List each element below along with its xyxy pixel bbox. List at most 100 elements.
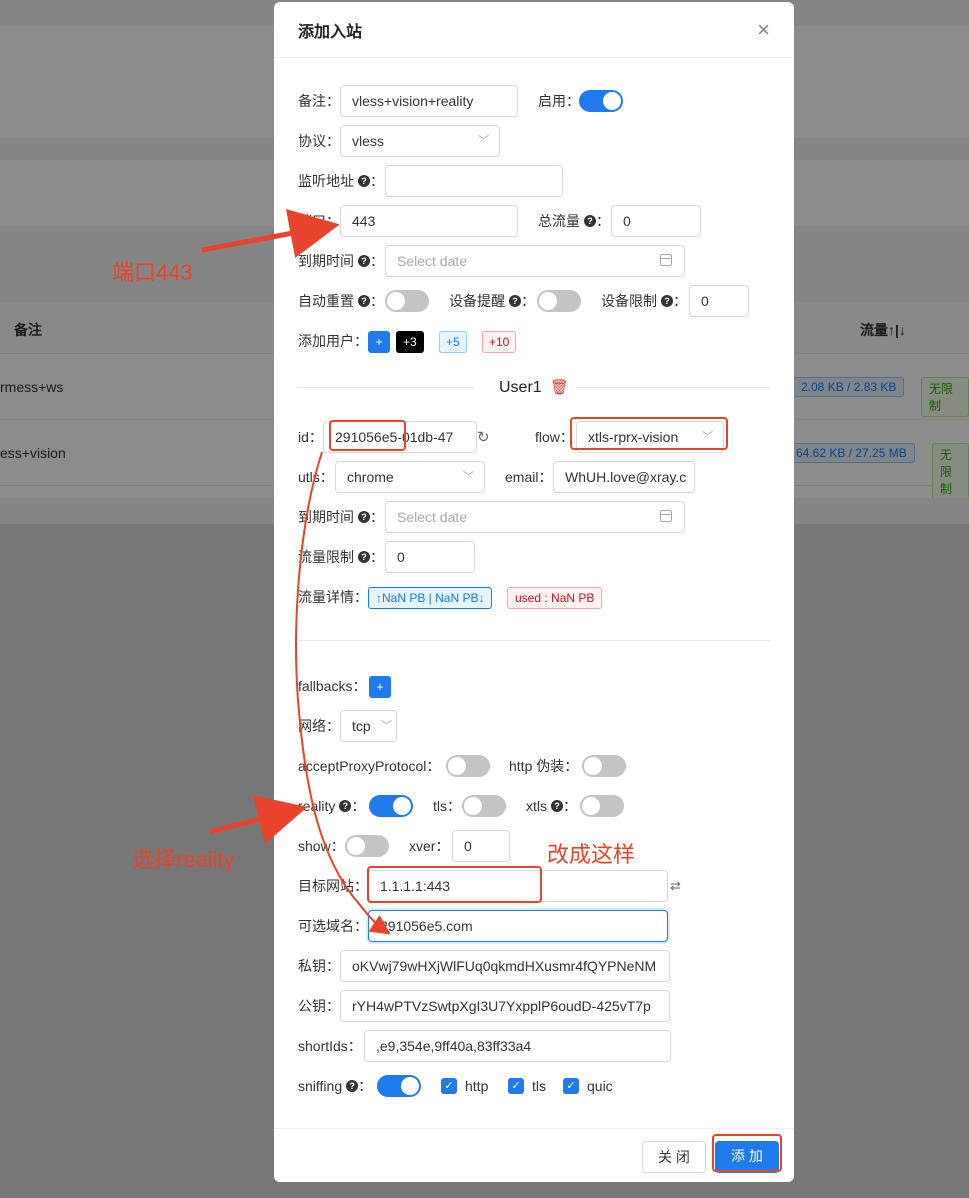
add-user-button[interactable]: + <box>368 331 390 353</box>
divider <box>576 387 770 388</box>
help-icon: ? <box>661 295 673 307</box>
id-label: id： <box>298 429 323 445</box>
annotation-change: 改成这样 <box>547 842 636 867</box>
short-ids-input[interactable]: ,e9,354e,9ff40a,83ff33a4 <box>364 1030 671 1062</box>
server-names-label: 可选域名： <box>298 918 368 934</box>
user-expire-label: 到期时间?： <box>298 509 384 525</box>
help-icon: ? <box>551 800 563 812</box>
annotation-box-id <box>329 420 406 451</box>
traffic-limit-label: 流量限制?： <box>298 549 384 565</box>
utls-select[interactable]: chrome ﹀ <box>335 461 485 493</box>
dest-label: 目标网站： <box>298 878 368 894</box>
auto-reset-switch[interactable] <box>385 290 429 312</box>
enable-switch[interactable] <box>579 90 623 112</box>
user-title: User1 <box>499 379 542 396</box>
listen-label: 监听地址?： <box>298 173 384 189</box>
protocol-select[interactable]: vless ﹀ <box>340 125 500 157</box>
help-icon: ? <box>358 551 370 563</box>
help-icon: ? <box>358 175 370 187</box>
help-icon: ? <box>584 215 596 227</box>
flow-label: flow： <box>535 429 574 445</box>
annotation-box-dest <box>367 866 542 903</box>
calendar-icon <box>660 254 672 266</box>
add-fallback-button[interactable]: + <box>369 676 391 698</box>
total-traffic-label: 总流量?： <box>538 213 610 229</box>
add-user-label: 添加用户： <box>298 333 368 349</box>
modal-header: 添加入站 × <box>274 2 794 58</box>
sniff-quic-label: quic <box>587 1078 613 1094</box>
annotation-reality: 选择reality <box>132 847 235 872</box>
xver-input[interactable]: 0 <box>452 830 510 862</box>
protocol-label: 协议： <box>298 133 340 149</box>
http-disguise-switch[interactable] <box>582 755 626 777</box>
port-input[interactable]: 443 <box>340 205 518 237</box>
chevron-down-icon: ﹀ <box>463 471 474 483</box>
modal-title: 添加入站 <box>298 23 363 41</box>
remark-label: 备注： <box>298 93 340 109</box>
public-key-input[interactable]: rYH4wPTVzSwtpXgI3U7YxpplP6oudD-425vT7p <box>340 990 670 1022</box>
traffic-detail-tag: ↑NaN PB | NaN PB↓ <box>368 587 493 609</box>
help-icon: ? <box>358 255 370 267</box>
annotation-port: 端口443 <box>112 260 193 285</box>
accept-proxy-switch[interactable] <box>446 755 490 777</box>
accept-proxy-label: acceptProxyProtocol： <box>298 758 441 774</box>
device-limit-input[interactable]: 0 <box>689 285 749 317</box>
divider <box>298 640 770 641</box>
traffic-used-tag: used : NaN PB <box>507 587 603 609</box>
sniffing-label: sniffing?： <box>298 1078 373 1094</box>
network-select[interactable]: tcp ﹀ <box>340 710 397 742</box>
show-label: show： <box>298 838 345 854</box>
device-limit-label: 设备限制?： <box>601 293 687 309</box>
add-10-users-button[interactable]: +10 <box>482 331 517 353</box>
listen-input[interactable] <box>385 165 563 197</box>
tls-label: tls： <box>433 798 461 814</box>
fallbacks-label: fallbacks： <box>298 678 367 694</box>
http-disguise-label: http 伪装： <box>509 758 579 774</box>
help-icon: ? <box>346 1080 359 1092</box>
total-traffic-input[interactable]: 0 <box>611 205 701 237</box>
expire-label: 到期时间?： <box>298 253 384 269</box>
tls-switch[interactable] <box>462 795 506 817</box>
close-icon[interactable]: × <box>757 18 770 41</box>
reality-label: reality?： <box>298 798 366 814</box>
add-5-users-button[interactable]: +5 <box>439 331 467 353</box>
auto-reset-label: 自动重置?： <box>298 293 384 309</box>
sniff-quic-checkbox[interactable]: ✓ <box>563 1078 579 1094</box>
utls-label: utls： <box>298 469 334 485</box>
remark-input[interactable]: vless+vision+reality <box>340 85 518 117</box>
traffic-limit-input[interactable]: 0 <box>385 541 475 573</box>
user-expire-date-picker[interactable]: Select date <box>385 501 685 533</box>
sniff-http-checkbox[interactable]: ✓ <box>441 1078 457 1094</box>
xtls-label: xtls?： <box>526 798 577 814</box>
expire-date-picker[interactable]: Select date <box>385 245 685 277</box>
public-key-label: 公钥： <box>298 998 340 1014</box>
add-inbound-modal: 添加入站 × 备注： vless+vision+reality 启用： 协议： … <box>274 2 794 1182</box>
network-label: 网络： <box>298 718 340 734</box>
help-icon: ? <box>358 295 370 307</box>
help-icon: ? <box>339 800 352 812</box>
enable-label: 启用： <box>538 93 580 109</box>
xver-label: xver： <box>409 838 450 854</box>
annotation-box-add <box>712 1134 782 1172</box>
email-input[interactable]: WhUH.love@xray.c <box>553 461 695 493</box>
delete-icon[interactable]: 🗑 <box>550 378 569 396</box>
show-switch[interactable] <box>345 835 389 857</box>
private-key-input[interactable]: oKVwj79wHXjWlFUq0qkmdHXusmr4fQYPNeNM <box>340 950 670 982</box>
divider <box>298 387 474 388</box>
sniffing-switch[interactable] <box>377 1075 421 1097</box>
xtls-switch[interactable] <box>580 795 624 817</box>
reality-switch[interactable] <box>369 795 413 817</box>
device-alert-label: 设备提醒?： <box>449 293 535 309</box>
email-label: email： <box>505 469 553 485</box>
chevron-down-icon: ﹀ <box>478 135 489 147</box>
swap-icon[interactable]: ⇄ <box>670 878 681 894</box>
close-button[interactable]: 关 闭 <box>642 1141 706 1173</box>
sniff-tls-checkbox[interactable]: ✓ <box>508 1078 524 1094</box>
refresh-icon[interactable]: ↻ <box>477 428 490 446</box>
sniff-http-label: http <box>465 1078 489 1094</box>
add-3-users-button[interactable]: +3 <box>396 331 424 353</box>
help-icon: ? <box>509 295 521 307</box>
server-names-input[interactable]: 291056e5.com <box>368 910 668 942</box>
device-alert-switch[interactable] <box>537 290 581 312</box>
help-icon: ? <box>358 511 370 523</box>
